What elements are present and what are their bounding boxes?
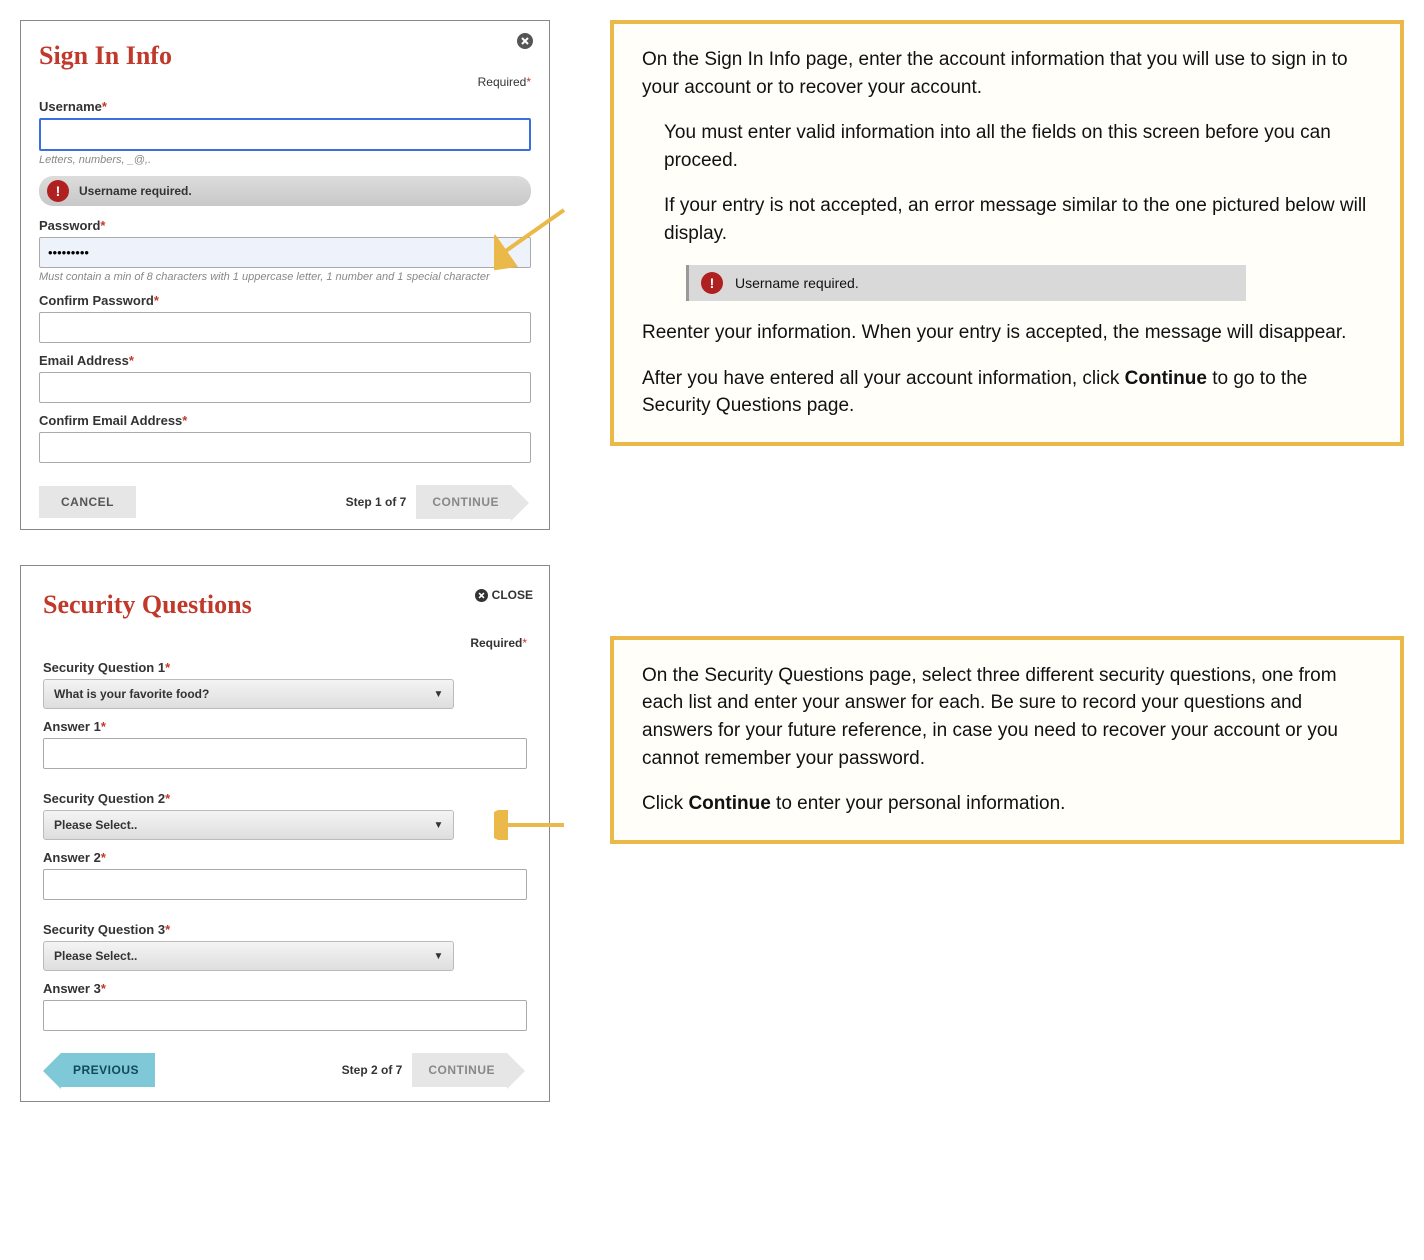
security-questions-card: CLOSE Security Questions Required* Secur… <box>20 565 550 1102</box>
footer-row: CANCEL Step 1 of 7 CONTINUE <box>39 485 531 519</box>
email-input[interactable] <box>39 372 531 403</box>
callout-signin: On the Sign In Info page, enter the acco… <box>610 20 1404 446</box>
error-icon: ! <box>47 180 69 202</box>
confirm-password-input[interactable] <box>39 312 531 343</box>
error-sample-text: Username required. <box>735 273 859 293</box>
confirm-email-label: Confirm Email Address <box>39 413 182 428</box>
confirm-email-field: Confirm Email Address* <box>39 413 531 463</box>
callout-text: On the Security Questions page, select t… <box>642 662 1372 772</box>
callout-text: On the Sign In Info page, enter the acco… <box>642 46 1372 101</box>
username-input[interactable] <box>39 118 531 151</box>
a2-input[interactable] <box>43 869 527 900</box>
username-hint: Letters, numbers, _@,. <box>39 154 531 166</box>
step-indicator: Step 1 of 7 <box>346 495 407 509</box>
callout-arrow-icon <box>494 810 574 840</box>
username-field: Username* Letters, numbers, _@,. <box>39 99 531 166</box>
error-sample: ! Username required. <box>686 265 1246 301</box>
password-label: Password <box>39 218 100 233</box>
card-title: Sign In Info <box>39 41 531 71</box>
close-label: CLOSE <box>492 588 533 602</box>
chevron-down-icon: ▼ <box>433 951 443 962</box>
callout-text: Reenter your information. When your entr… <box>642 319 1372 347</box>
close-button[interactable]: CLOSE <box>475 588 533 602</box>
a3-label: Answer 3 <box>43 981 101 996</box>
a2-label: Answer 2 <box>43 850 101 865</box>
a1-input[interactable] <box>43 738 527 769</box>
callout-arrow-icon <box>494 200 574 270</box>
confirm-email-input[interactable] <box>39 432 531 463</box>
username-error-banner: ! Username required. <box>39 176 531 206</box>
email-label: Email Address <box>39 353 129 368</box>
q1-label: Security Question 1 <box>43 660 165 675</box>
confirm-password-field: Confirm Password* <box>39 293 531 343</box>
callout-security: On the Security Questions page, select t… <box>610 636 1404 844</box>
username-label: Username <box>39 99 102 114</box>
q3-select[interactable]: Please Select.. ▼ <box>43 941 454 971</box>
footer-row: PREVIOUS Step 2 of 7 CONTINUE <box>43 1053 527 1087</box>
step-indicator: Step 2 of 7 <box>342 1063 403 1077</box>
previous-button[interactable]: PREVIOUS <box>61 1053 155 1087</box>
password-input[interactable] <box>39 237 531 268</box>
q2-select[interactable]: Please Select.. ▼ <box>43 810 454 840</box>
a3-input[interactable] <box>43 1000 527 1031</box>
q2-label: Security Question 2 <box>43 791 165 806</box>
error-text: Username required. <box>79 184 192 198</box>
chevron-down-icon: ▼ <box>433 820 443 831</box>
error-icon: ! <box>701 272 723 294</box>
close-icon[interactable] <box>517 33 533 54</box>
required-note: Required* <box>43 636 527 650</box>
required-note: Required* <box>39 75 531 89</box>
callout-text: You must enter valid information into al… <box>642 119 1372 174</box>
a1-label: Answer 1 <box>43 719 101 734</box>
confirm-password-label: Confirm Password <box>39 293 154 308</box>
password-field: Password* Must contain a min of 8 charac… <box>39 218 531 283</box>
callout-text: Click Continue to enter your personal in… <box>642 790 1372 818</box>
password-hint: Must contain a min of 8 characters with … <box>39 271 531 283</box>
continue-button[interactable]: CONTINUE <box>412 1053 507 1087</box>
card-title: Security Questions <box>43 590 527 620</box>
sign-in-info-card: Sign In Info Required* Username* Letters… <box>20 20 550 530</box>
q1-select[interactable]: What is your favorite food? ▼ <box>43 679 454 709</box>
cancel-button[interactable]: CANCEL <box>39 486 136 518</box>
continue-button[interactable]: CONTINUE <box>416 485 511 519</box>
email-field: Email Address* <box>39 353 531 403</box>
callout-text: If your entry is not accepted, an error … <box>642 192 1372 247</box>
chevron-down-icon: ▼ <box>433 689 443 700</box>
q3-label: Security Question 3 <box>43 922 165 937</box>
callout-text: After you have entered all your account … <box>642 365 1372 420</box>
